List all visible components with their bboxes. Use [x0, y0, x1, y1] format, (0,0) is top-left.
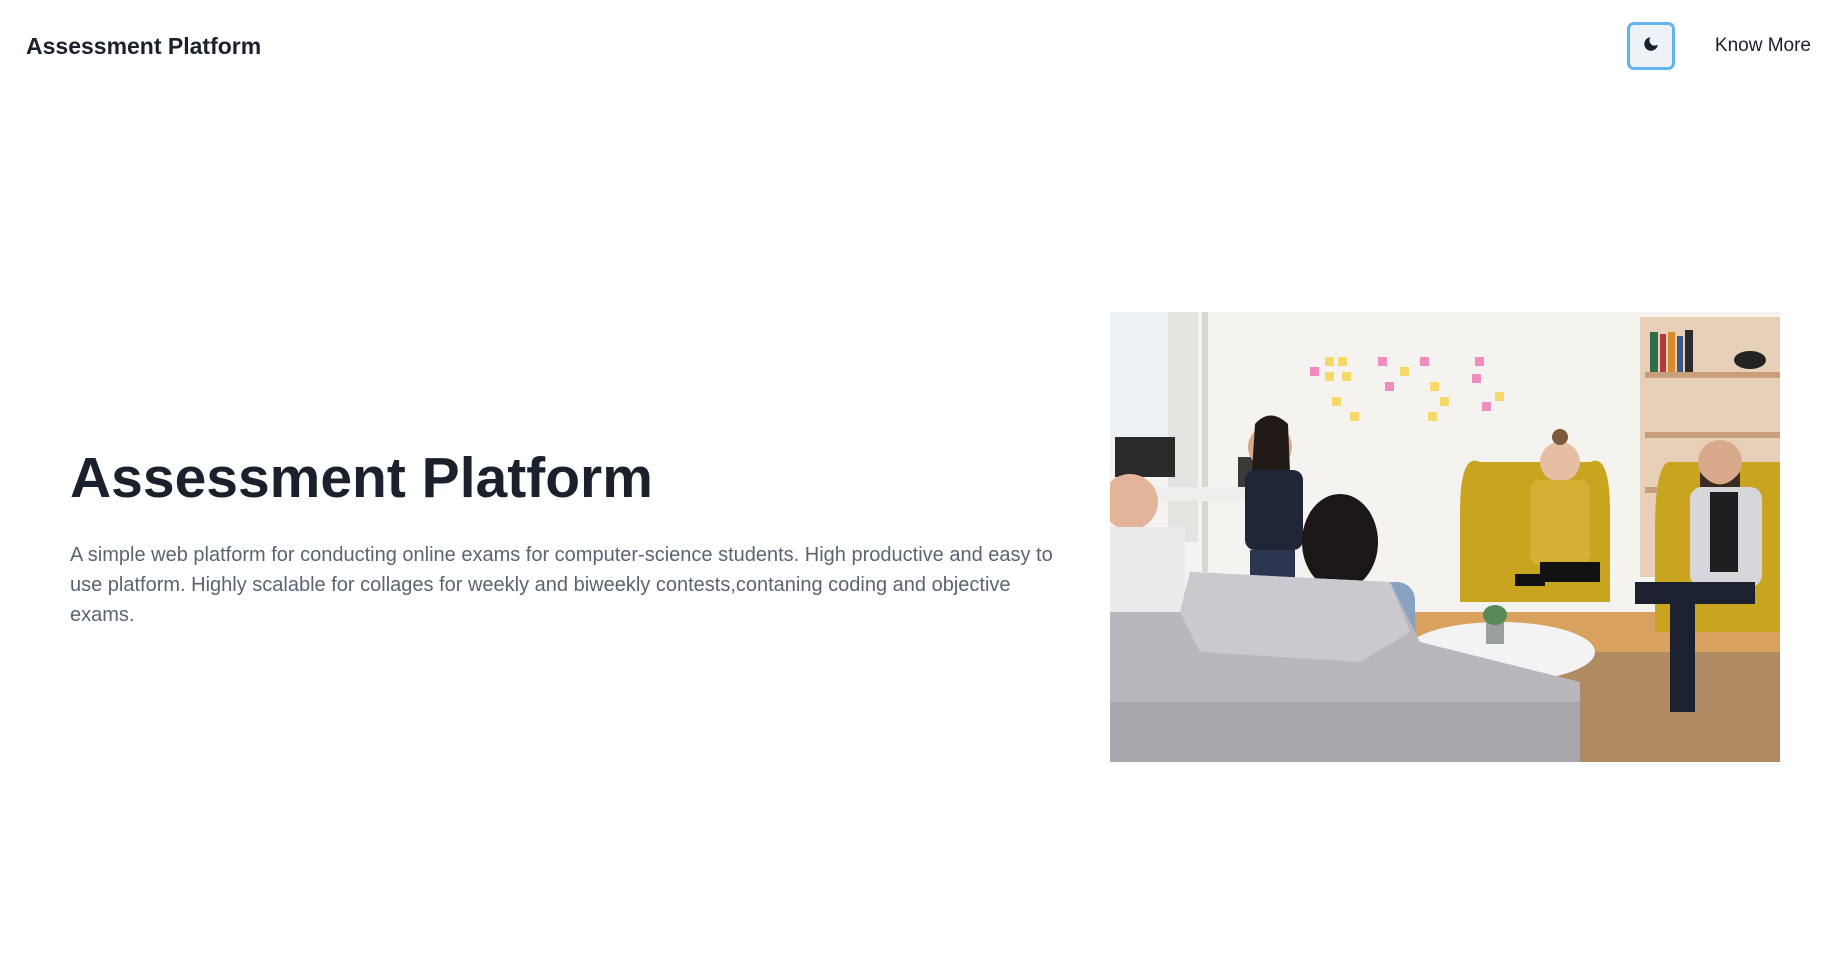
brand-title[interactable]: Assessment Platform [26, 33, 261, 60]
hero-title: Assessment Platform [70, 445, 653, 510]
hero-image [1109, 312, 1780, 762]
hero-section: Assessment Platform A simple web platfor… [70, 312, 1780, 762]
moon-icon [1642, 35, 1660, 58]
hero-text: Assessment Platform A simple web platfor… [70, 444, 1070, 630]
nav-actions: Know More [1626, 22, 1811, 70]
office-meeting-illustration [1109, 312, 1780, 762]
theme-toggle-button[interactable] [1626, 22, 1675, 70]
know-more-link[interactable]: Know More [1715, 35, 1811, 57]
top-navbar: Assessment Platform Know More [0, 0, 1843, 92]
hero-description: A simple web platform for conducting onl… [70, 544, 1053, 627]
